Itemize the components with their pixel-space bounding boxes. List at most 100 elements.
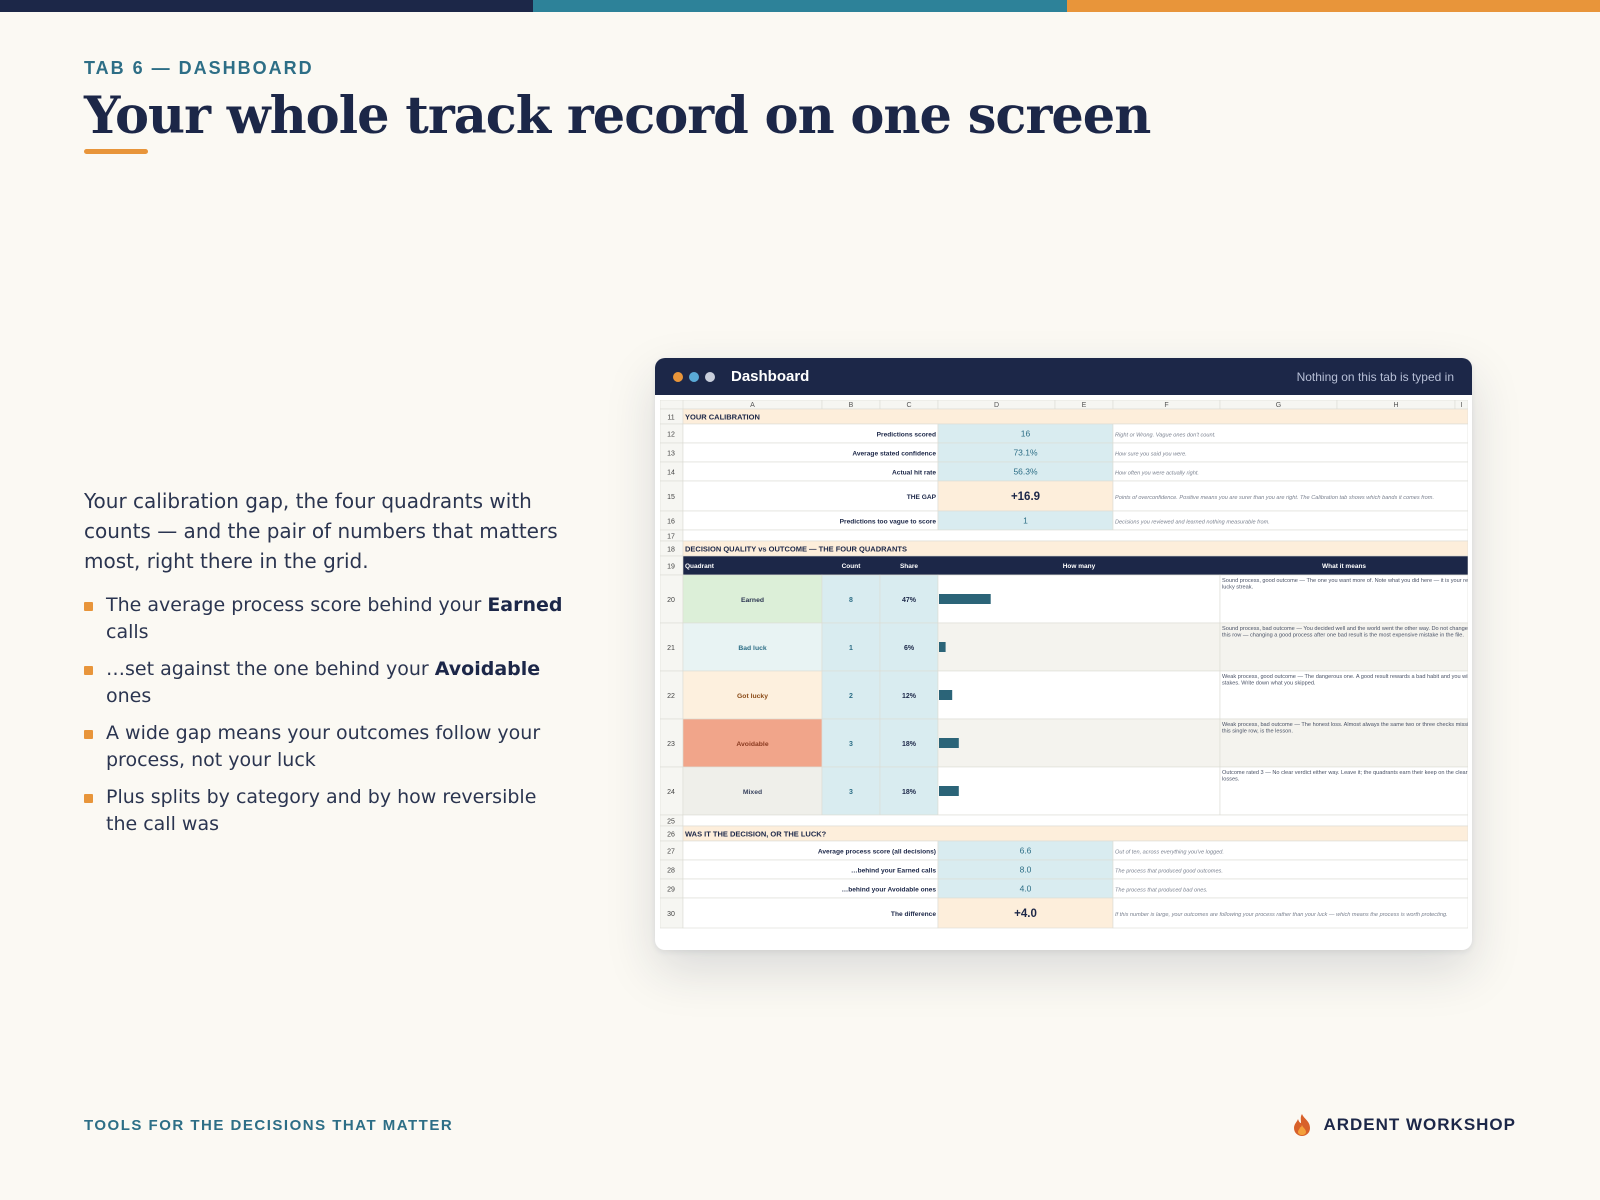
section-heading: WAS IT THE DECISION, OR THE LUCK? <box>685 830 827 839</box>
bullet-emphasis: Avoidable <box>434 658 541 680</box>
quadrant-bar-cell <box>937 766 1221 816</box>
column-header-label: B <box>849 402 854 409</box>
quadrant-share-bar <box>939 786 959 796</box>
window-titlebar: Dashboard Nothing on this tab is typed i… <box>655 358 1472 395</box>
metric-note: The process that produced good outcomes. <box>1115 869 1223 875</box>
bullet-text-end: calls <box>106 621 149 643</box>
section-heading-row <box>682 408 1469 425</box>
row-number: 29 <box>667 887 675 894</box>
flame-icon <box>1294 1114 1311 1136</box>
metric-note: Right or Wrong. Vague ones don't count. <box>1115 433 1216 439</box>
column-header-label: G <box>1276 402 1281 409</box>
spreadsheet-grid[interactable]: A B C D E F G H I 11 YOUR CALIBRATION 12 Predictions… <box>659 399 1472 950</box>
window-dot-grey-icon[interactable] <box>705 371 715 382</box>
quadrant-bar-cell <box>937 718 1221 768</box>
window-note: Nothing on this tab is typed in <box>1296 370 1454 384</box>
row-number: 11 <box>667 415 674 422</box>
quadrant-name: Got lucky <box>737 693 768 700</box>
bullet-item: A wide gap means your outcomes follow yo… <box>84 720 564 774</box>
top-accent-bar <box>0 0 1600 12</box>
metric-label: Average process score (all decisions) <box>818 849 936 856</box>
quadrant-bar-cell <box>937 622 1221 672</box>
quadrant-name: Earned <box>741 597 764 604</box>
accent-segment-navy <box>0 0 534 12</box>
metric-value: 16 <box>1021 429 1031 439</box>
bullet-item: …set against the one behind your Avoidab… <box>84 656 564 710</box>
row-number: 16 <box>667 519 675 526</box>
accent-segment-teal <box>533 0 1067 12</box>
column-header-label: H <box>1393 402 1398 409</box>
metric-label: Predictions scored <box>877 432 936 439</box>
quadrant-count: 3 <box>849 741 853 748</box>
bullet-marker-icon <box>84 730 93 739</box>
quadrant-bar-cell <box>937 670 1221 720</box>
bullet-text: The average process score behind your <box>106 594 488 616</box>
quadrant-count: 1 <box>849 645 853 652</box>
row-number: 18 <box>667 547 675 554</box>
row-number: 20 <box>667 597 675 604</box>
bullet-list: The average process score behind your Ea… <box>84 592 564 848</box>
bullet-text-end: ones <box>106 685 152 707</box>
row-number: 21 <box>667 645 675 652</box>
quadrant-count: 3 <box>849 789 853 796</box>
window-title: Dashboard <box>731 368 810 385</box>
metric-label: Actual hit rate <box>892 470 936 477</box>
metric-value: 4.0 <box>1020 884 1032 894</box>
quadrant-name: Bad luck <box>738 645 767 652</box>
quadrant-share-bar <box>939 738 959 748</box>
metric-label: Average stated confidence <box>852 451 936 458</box>
bullet-item: The average process score behind your Ea… <box>84 592 564 646</box>
metric-label: THE GAP <box>907 494 937 501</box>
metric-label: Predictions too vague to score <box>840 519 937 526</box>
quadrant-share: 47% <box>902 597 917 604</box>
quadrant-share-bar <box>939 690 953 700</box>
bullet-marker-icon <box>84 666 93 675</box>
eyebrow: TAB 6 — DASHBOARD <box>84 58 314 78</box>
count-header-label: Count <box>842 563 862 570</box>
row-number: 19 <box>667 564 675 571</box>
metric-value: 1 <box>1023 516 1028 526</box>
accent-segment-orange <box>1066 0 1600 12</box>
metric-value: +16.9 <box>1011 491 1040 503</box>
row-number: 14 <box>667 470 675 477</box>
quadrant-share: 18% <box>902 789 917 796</box>
quadrant-share: 18% <box>902 741 917 748</box>
window-dot-blue-icon[interactable] <box>689 371 699 382</box>
column-header-label: D <box>994 402 999 409</box>
metric-note: Out of ten, across everything you've log… <box>1115 850 1224 856</box>
row-number: 27 <box>667 849 675 856</box>
row-number: 13 <box>667 451 675 458</box>
row-number: 12 <box>667 432 675 439</box>
column-header-label: A <box>750 402 755 409</box>
bullet-text: A wide gap means your outcomes follow yo… <box>106 722 541 771</box>
intro-paragraph: Your calibration gap, the four quadrants… <box>84 489 558 573</box>
metric-label-cell <box>682 480 939 512</box>
section-heading: DECISION QUALITY vs OUTCOME — THE FOUR Q… <box>685 545 907 554</box>
bullet-marker-icon <box>84 794 93 803</box>
how-many-header-label: How many <box>1063 563 1096 570</box>
bullet-emphasis: Earned <box>487 594 563 616</box>
metric-value: +4.0 <box>1014 908 1037 920</box>
brand: ARDENT WORKSHOP <box>1291 1113 1516 1137</box>
row-number: 28 <box>667 868 675 875</box>
column-header-label: F <box>1164 402 1168 409</box>
quadrant-count: 8 <box>849 597 853 604</box>
column-header-label: C <box>906 402 911 409</box>
row-number: 25 <box>667 819 675 826</box>
window-dot-orange-icon[interactable] <box>673 371 683 382</box>
row-number: 24 <box>667 789 675 796</box>
row-number: 23 <box>667 741 675 748</box>
row-number: 22 <box>667 693 675 700</box>
bullet-item: Plus splits by category and by how rever… <box>84 784 564 838</box>
dashboard-window: Dashboard Nothing on this tab is typed i… <box>655 358 1472 950</box>
metric-value: 6.6 <box>1020 846 1032 856</box>
quadrant-name: Mixed <box>743 789 762 796</box>
metric-note: How often you were actually right. <box>1115 471 1199 477</box>
row-number: 17 <box>667 534 675 541</box>
metric-note: If this number is large, your outcomes a… <box>1115 912 1448 918</box>
quadrant-name: Avoidable <box>736 741 768 748</box>
metric-label: …behind your Avoidable ones <box>842 887 937 894</box>
row-number: 30 <box>667 911 675 918</box>
metric-value: 8.0 <box>1020 865 1032 875</box>
metric-label: The difference <box>891 911 936 918</box>
